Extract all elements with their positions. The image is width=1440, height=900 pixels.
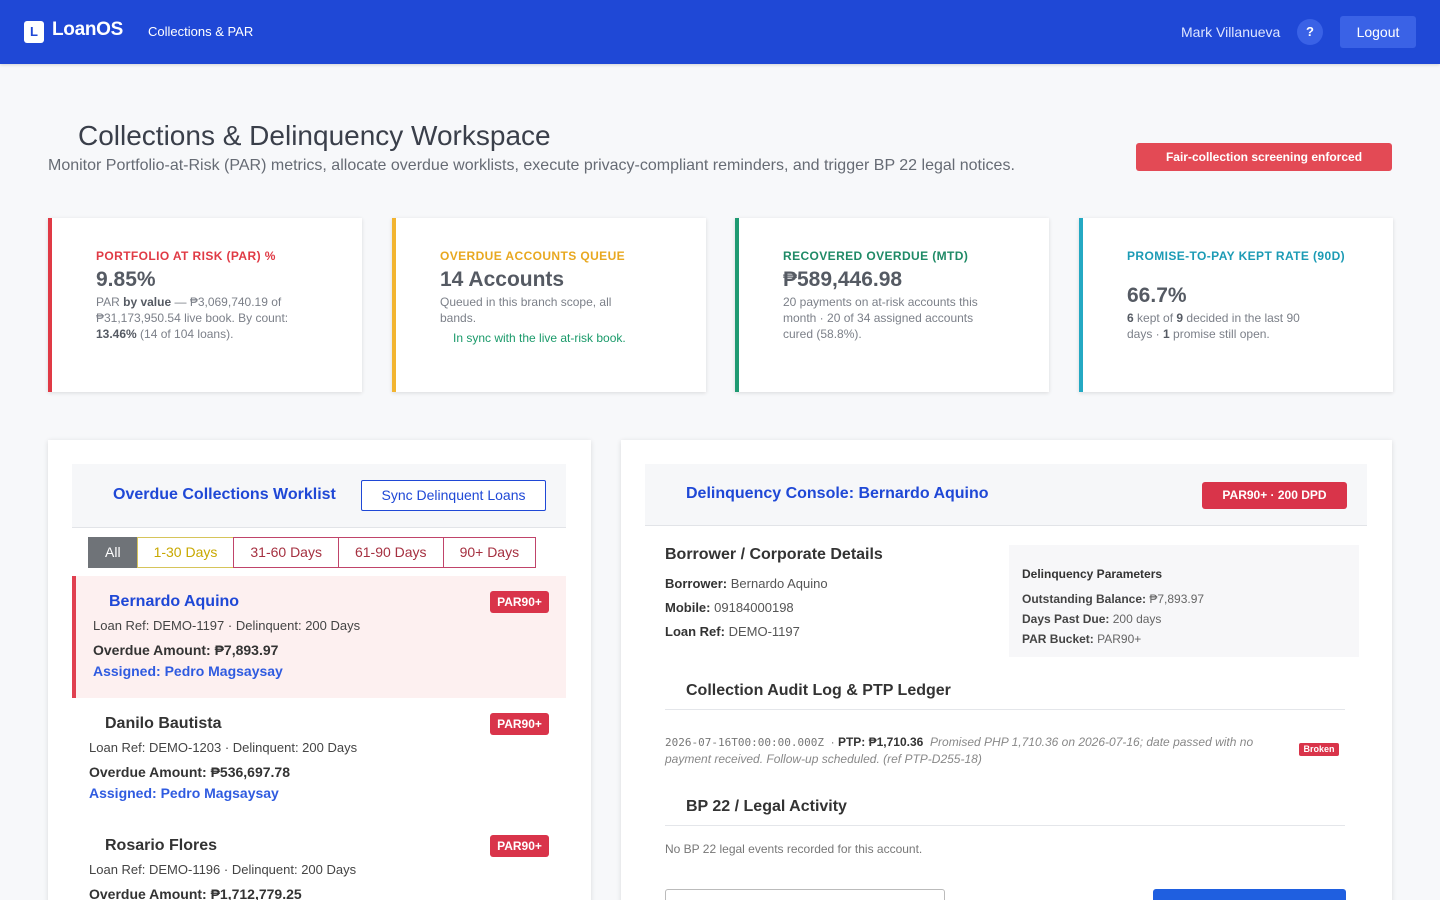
kpi-card-par: PORTFOLIO AT RISK (PAR) % 9.85% PAR by v…: [48, 218, 362, 392]
filter-all[interactable]: All: [88, 537, 138, 568]
borrower-name: Rosario Flores: [105, 837, 218, 854]
borrower-section-title: Borrower / Corporate Details: [665, 546, 883, 563]
ptp-log-entry: 2026-07-16T00:00:00.000Z · PTP: ₱1,710.3…: [665, 735, 1254, 766]
legal-action-button[interactable]: [1153, 889, 1346, 900]
log-timestamp: 2026-07-16T00:00:00.000Z: [665, 736, 824, 749]
borrower-name: Danilo Bautista: [105, 715, 222, 732]
kpi-description: 6 kept of 9 decided in the last 90 days …: [1127, 311, 1300, 341]
compliance-badge: Fair-collection screening enforced: [1136, 143, 1392, 171]
worklist-header: Overdue Collections Worklist Sync Delinq…: [72, 464, 566, 528]
par-bucket-badge: PAR90+: [490, 591, 549, 613]
borrower-detail: Borrower: Bernardo Aquino: [665, 576, 828, 591]
kpi-card-recovered: RECOVERED OVERDUE (MTD) ₱589,446.98 20 p…: [735, 218, 1049, 392]
help-button[interactable]: ?: [1297, 19, 1323, 45]
overdue-amount: Overdue Amount: ₱7,893.97: [93, 642, 279, 658]
logout-button[interactable]: Logout: [1340, 16, 1416, 48]
section-divider: [665, 825, 1345, 826]
worklist-title: Overdue Collections Worklist: [113, 486, 336, 503]
kpi-card-ptp-kept-rate: PROMISE-TO-PAY KEPT RATE (90D) 66.7% 6 k…: [1079, 218, 1393, 392]
mobile-detail: Mobile: 09184000198: [665, 600, 794, 615]
params-title: Delinquency Parameters: [1022, 567, 1163, 581]
legal-empty-state: No BP 22 legal events recorded for this …: [665, 842, 923, 856]
sync-delinquent-loans-button[interactable]: Sync Delinquent Loans: [361, 480, 546, 511]
user-name: Mark Villanueva: [1181, 24, 1281, 40]
filter-61-90-days[interactable]: 61-90 Days: [337, 537, 444, 568]
worklist-row[interactable]: Rosario Flores Loan Ref: DEMO-1196 · Del…: [72, 820, 566, 900]
dpd-filter-group: All 1-30 Days 31-60 Days 61-90 Days 90+ …: [88, 537, 537, 568]
kpi-description: 20 payments on at-risk accounts this mon…: [783, 295, 978, 341]
loan-ref: Loan Ref: DEMO-1197 · Delinquent: 200 Da…: [93, 618, 361, 633]
loan-ref: Loan Ref: DEMO-1196 · Delinquent: 200 Da…: [89, 862, 357, 877]
kpi-value: 14 Accounts: [440, 268, 565, 291]
app-name[interactable]: LoanOS: [52, 19, 123, 41]
worklist-row[interactable]: Danilo Bautista Loan Ref: DEMO-1203 · De…: [72, 698, 566, 820]
kpi-sync-note: In sync with the live at-risk book.: [453, 331, 626, 345]
kpi-value: 9.85%: [96, 268, 156, 291]
console-header: Delinquency Console: Bernardo Aquino PAR…: [645, 464, 1367, 526]
filter-31-60-days[interactable]: 31-60 Days: [233, 537, 339, 568]
kpi-description: Queued in this branch scope, all bands.: [440, 295, 612, 325]
kpi-description: PAR by value — ₱3,069,740.19 of ₱31,173,…: [96, 295, 289, 341]
section-divider: [665, 709, 1345, 710]
delinquency-console-panel: Delinquency Console: Bernardo Aquino PAR…: [621, 440, 1392, 900]
kpi-label: PROMISE-TO-PAY KEPT RATE (90D): [1127, 249, 1346, 263]
legal-section-title: BP 22 / Legal Activity: [686, 798, 847, 815]
worklist-row[interactable]: Bernardo Aquino Loan Ref: DEMO-1197 · De…: [72, 576, 566, 698]
nav-collections-par[interactable]: Collections & PAR: [148, 24, 253, 39]
overdue-amount: Overdue Amount: ₱536,697.78: [89, 764, 291, 780]
kpi-label: PORTFOLIO AT RISK (PAR) %: [96, 249, 276, 263]
delinquency-parameters: Delinquency Parameters Outstanding Balan…: [1009, 545, 1359, 657]
legal-event-input[interactable]: [665, 889, 945, 900]
audit-log-section-title: Collection Audit Log & PTP Ledger: [686, 682, 951, 699]
top-navbar: L LoanOS Collections & PAR Mark Villanue…: [0, 0, 1440, 64]
days-past-due: Days Past Due: 200 days: [1022, 612, 1162, 626]
filter-1-30-days[interactable]: 1-30 Days: [136, 537, 235, 568]
page-title: Collections & Delinquency Workspace: [78, 120, 551, 151]
dpd-status-badge: PAR90+ · 200 DPD: [1202, 482, 1347, 509]
filter-90-plus-days[interactable]: 90+ Days: [442, 537, 537, 568]
logo-icon: L: [24, 21, 44, 43]
ptp-status-badge: Broken: [1299, 743, 1339, 756]
assigned-collector[interactable]: Assigned: Pedro Magsaysay: [89, 785, 279, 801]
borrower-name: Bernardo Aquino: [109, 593, 240, 610]
par-bucket: PAR Bucket: PAR90+: [1022, 632, 1142, 646]
kpi-card-overdue-queue: OVERDUE ACCOUNTS QUEUE 14 Accounts Queue…: [392, 218, 706, 392]
loan-ref-detail: Loan Ref: DEMO-1197: [665, 624, 800, 639]
ptp-amount: PTP: ₱1,710.36: [837, 735, 924, 749]
par-bucket-badge: PAR90+: [490, 835, 549, 857]
outstanding-balance: Outstanding Balance: ₱7,893.97: [1022, 592, 1205, 606]
kpi-value: 66.7%: [1127, 284, 1187, 307]
worklist-panel: Overdue Collections Worklist Sync Delinq…: [48, 440, 591, 900]
console-title: Delinquency Console: Bernardo Aquino: [686, 485, 989, 502]
kpi-label: OVERDUE ACCOUNTS QUEUE: [440, 249, 626, 263]
par-bucket-badge: PAR90+: [490, 713, 549, 735]
overdue-amount: Overdue Amount: ₱1,712,779.25: [89, 886, 302, 900]
loan-ref: Loan Ref: DEMO-1203 · Delinquent: 200 Da…: [89, 740, 358, 755]
page-subtitle: Monitor Portfolio-at-Risk (PAR) metrics,…: [48, 157, 1015, 174]
kpi-value: ₱589,446.98: [783, 268, 903, 291]
assigned-collector[interactable]: Assigned: Pedro Magsaysay: [93, 663, 283, 679]
kpi-label: RECOVERED OVERDUE (MTD): [783, 249, 969, 263]
